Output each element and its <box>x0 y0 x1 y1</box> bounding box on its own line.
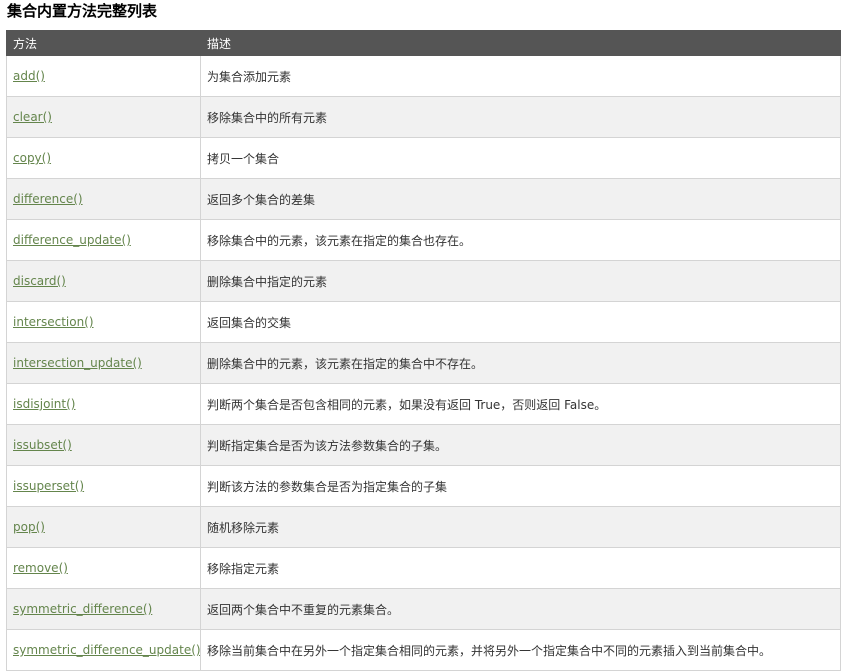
description-cell: 为集合添加元素 <box>200 55 841 97</box>
method-link[interactable]: intersection_update() <box>13 356 142 370</box>
methods-table: 方法 描述 add() 为集合添加元素 clear() 移除集合中的所有元素 copy(… <box>6 30 841 671</box>
method-cell: isdisjoint() <box>6 383 201 425</box>
description-text: 移除指定元素 <box>207 561 280 576</box>
description-text: 返回集合的交集 <box>207 315 292 330</box>
description-cell: 删除集合中指定的元素 <box>200 260 841 302</box>
method-link[interactable]: difference() <box>13 192 83 206</box>
description-cell: 拷贝一个集合 <box>200 137 841 179</box>
method-cell: symmetric_difference_update() <box>6 629 201 671</box>
table-row: pop() 随机移除元素 <box>6 506 841 548</box>
method-link[interactable]: add() <box>13 69 45 83</box>
description-text: 返回多个集合的差集 <box>207 192 316 207</box>
table-row: difference_update() 移除集合中的元素，该元素在指定的集合也存在… <box>6 219 841 261</box>
method-cell: discard() <box>6 260 201 302</box>
description-cell: 判断指定集合是否为该方法参数集合的子集。 <box>200 424 841 466</box>
method-cell: difference() <box>6 178 201 220</box>
description-text: 拷贝一个集合 <box>207 151 280 166</box>
method-cell: difference_update() <box>6 219 201 261</box>
method-link[interactable]: clear() <box>13 110 52 124</box>
description-cell: 移除指定元素 <box>200 547 841 589</box>
table-row: issubset() 判断指定集合是否为该方法参数集合的子集。 <box>6 424 841 466</box>
method-link[interactable]: copy() <box>13 151 51 165</box>
description-cell: 判断两个集合是否包含相同的元素，如果没有返回 True，否则返回 False。 <box>200 383 841 425</box>
column-header-method: 方法 <box>6 30 201 56</box>
method-link[interactable]: issubset() <box>13 438 72 452</box>
description-cell: 随机移除元素 <box>200 506 841 548</box>
method-link[interactable]: issuperset() <box>13 479 84 493</box>
description-cell: 移除集合中的元素，该元素在指定的集合也存在。 <box>200 219 841 261</box>
description-text: 返回两个集合中不重复的元素集合。 <box>207 602 400 617</box>
description-text: 判断两个集合是否包含相同的元素，如果没有返回 True，否则返回 False。 <box>207 397 607 412</box>
table-row: symmetric_difference() 返回两个集合中不重复的元素集合。 <box>6 588 841 630</box>
method-link[interactable]: symmetric_difference_update() <box>13 643 200 657</box>
description-text: 移除集合中的元素，该元素在指定的集合也存在。 <box>207 233 472 248</box>
method-cell: add() <box>6 55 201 97</box>
method-cell: clear() <box>6 96 201 138</box>
method-cell: intersection() <box>6 301 201 343</box>
page-title: 集合内置方法完整列表 <box>7 2 158 20</box>
table-row: clear() 移除集合中的所有元素 <box>6 96 841 138</box>
table-row: isdisjoint() 判断两个集合是否包含相同的元素，如果没有返回 True，… <box>6 383 841 425</box>
description-text: 判断该方法的参数集合是否为指定集合的子集 <box>207 479 448 494</box>
description-cell: 返回多个集合的差集 <box>200 178 841 220</box>
table-header: 方法 描述 <box>6 30 841 56</box>
description-cell: 删除集合中的元素，该元素在指定的集合中不存在。 <box>200 342 841 384</box>
description-cell: 移除集合中的所有元素 <box>200 96 841 138</box>
description-cell: 判断该方法的参数集合是否为指定集合的子集 <box>200 465 841 507</box>
table-row: copy() 拷贝一个集合 <box>6 137 841 179</box>
column-header-description: 描述 <box>200 30 841 56</box>
method-link[interactable]: discard() <box>13 274 66 288</box>
table-row: symmetric_difference_update() 移除当前集合中在另外一… <box>6 629 841 671</box>
method-cell: issuperset() <box>6 465 201 507</box>
table-row: intersection_update() 删除集合中的元素，该元素在指定的集合中… <box>6 342 841 384</box>
description-cell: 返回两个集合中不重复的元素集合。 <box>200 588 841 630</box>
description-text: 删除集合中的元素，该元素在指定的集合中不存在。 <box>207 356 484 371</box>
table-row: difference() 返回多个集合的差集 <box>6 178 841 220</box>
method-link[interactable]: isdisjoint() <box>13 397 75 411</box>
method-cell: intersection_update() <box>6 342 201 384</box>
table-row: discard() 删除集合中指定的元素 <box>6 260 841 302</box>
method-cell: issubset() <box>6 424 201 466</box>
method-cell: symmetric_difference() <box>6 588 201 630</box>
description-text: 判断指定集合是否为该方法参数集合的子集。 <box>207 438 448 453</box>
table-body: add() 为集合添加元素 clear() 移除集合中的所有元素 copy() 拷贝一个集… <box>6 55 841 671</box>
table-row: add() 为集合添加元素 <box>6 55 841 97</box>
table-header-row: 方法 描述 <box>6 30 841 56</box>
table-row: issuperset() 判断该方法的参数集合是否为指定集合的子集 <box>6 465 841 507</box>
table-row: remove() 移除指定元素 <box>6 547 841 589</box>
method-link[interactable]: intersection() <box>13 315 94 329</box>
method-link[interactable]: remove() <box>13 561 68 575</box>
method-link[interactable]: symmetric_difference() <box>13 602 152 616</box>
method-cell: copy() <box>6 137 201 179</box>
description-text: 移除集合中的所有元素 <box>207 110 328 125</box>
description-cell: 移除当前集合中在另外一个指定集合相同的元素，并将另外一个指定集合中不同的元素插入… <box>200 629 841 671</box>
method-cell: pop() <box>6 506 201 548</box>
description-text: 移除当前集合中在另外一个指定集合相同的元素，并将另外一个指定集合中不同的元素插入… <box>207 643 772 658</box>
method-link[interactable]: pop() <box>13 520 45 534</box>
description-text: 删除集合中指定的元素 <box>207 274 328 289</box>
description-cell: 返回集合的交集 <box>200 301 841 343</box>
method-link[interactable]: difference_update() <box>13 233 131 247</box>
table-row: intersection() 返回集合的交集 <box>6 301 841 343</box>
method-cell: remove() <box>6 547 201 589</box>
description-text: 为集合添加元素 <box>207 69 292 84</box>
description-text: 随机移除元素 <box>207 520 280 535</box>
